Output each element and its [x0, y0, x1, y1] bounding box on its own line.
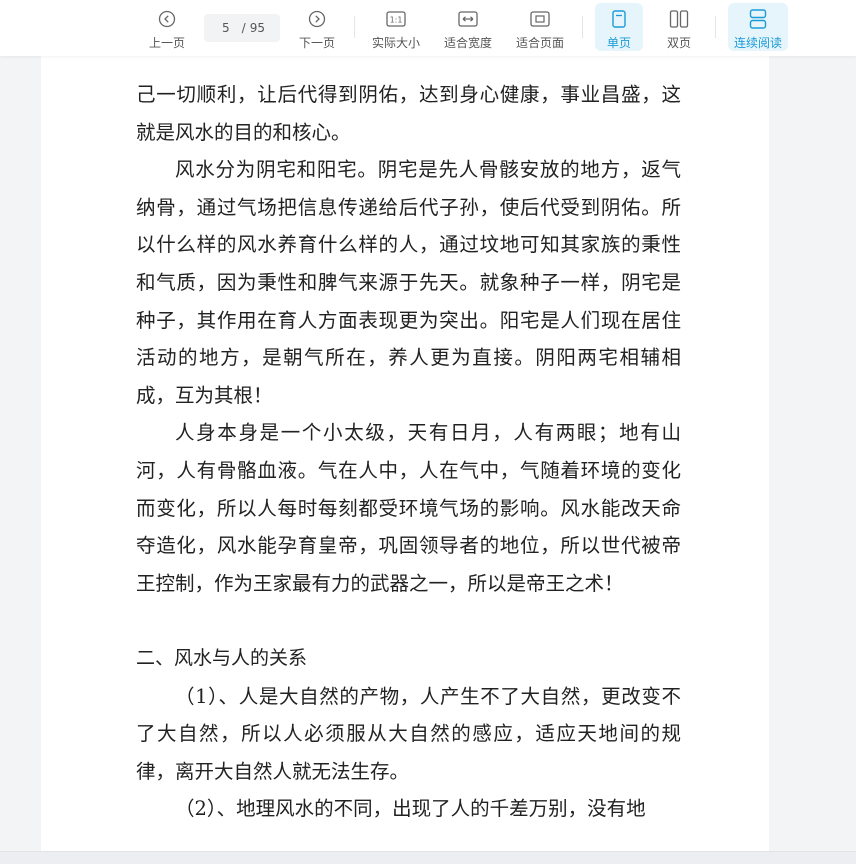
viewer-toolbar: 上一页 5 / 95 下一页 1:1 实际大小 适合宽度 适合页面 单页 双页 …	[0, 0, 856, 56]
continuous-reading-button[interactable]: 连续阅读	[728, 3, 788, 51]
single-page-label: 单页	[606, 36, 631, 50]
single-page-icon	[611, 8, 627, 30]
actual-size-icon: 1:1	[386, 8, 406, 30]
paragraph: （2）、地理风水的不同，出现了人的千差万别，没有地	[175, 797, 646, 821]
next-page-button[interactable]: 下一页	[294, 3, 340, 51]
continuous-reading-label: 连续阅读	[733, 36, 782, 50]
total-pages: 95	[249, 21, 265, 35]
paragraph: 风水分为阴宅和阳宅。阴宅是先人骨骸安放的地方，返气纳骨，通过气场把信息传递给后代…	[136, 158, 681, 407]
toolbar-divider	[354, 16, 355, 38]
toolbar-divider	[582, 16, 583, 38]
section-heading: 二、风水与人的关系	[136, 646, 308, 669]
page-number-box[interactable]: 5 / 95	[204, 14, 280, 42]
actual-size-label: 实际大小	[371, 36, 420, 50]
page-content: 己一切顺利，让后代得到阴佑，达到身心健康，事业昌盛，这就是风水的目的和核心。 风…	[136, 76, 681, 828]
fit-page-icon	[530, 8, 550, 30]
current-page-input[interactable]: 5	[222, 21, 230, 35]
svg-text:1:1: 1:1	[390, 16, 403, 25]
double-page-icon	[669, 8, 689, 30]
fit-page-button[interactable]: 适合页面	[512, 3, 568, 51]
single-page-button[interactable]: 单页	[595, 3, 643, 51]
chevron-right-circle-icon	[308, 8, 326, 30]
toolbar-divider	[715, 16, 716, 38]
paragraph: 人身本身是一个小太级，天有日月，人有两眼；地有山河，人有骨骼血液。气在人中，人在…	[136, 421, 681, 595]
next-page-label: 下一页	[298, 36, 335, 50]
chevron-left-circle-icon	[158, 8, 176, 30]
fit-page-label: 适合页面	[515, 36, 564, 50]
double-page-label: 双页	[666, 36, 691, 50]
document-page: 己一切顺利，让后代得到阴佑，达到身心健康，事业昌盛，这就是风水的目的和核心。 风…	[41, 56, 769, 863]
double-page-button[interactable]: 双页	[656, 3, 702, 51]
fit-width-icon	[458, 8, 478, 30]
prev-page-button[interactable]: 上一页	[144, 3, 190, 51]
actual-size-button[interactable]: 1:1 实际大小	[368, 3, 424, 51]
bottom-scroll-area	[0, 851, 856, 864]
fit-width-label: 适合宽度	[443, 36, 492, 50]
page-separator: /	[241, 21, 246, 35]
paragraph: 己一切顺利，让后代得到阴佑，达到身心健康，事业昌盛，这就是风水的目的和核心。	[136, 83, 681, 144]
paragraph: （1）、人是大自然的产物，人产生不了大自然，更改变不了大自然，所以人必须服从大自…	[136, 684, 681, 783]
continuous-reading-icon	[749, 8, 767, 30]
prev-page-label: 上一页	[148, 36, 185, 50]
fit-width-button[interactable]: 适合宽度	[440, 3, 496, 51]
